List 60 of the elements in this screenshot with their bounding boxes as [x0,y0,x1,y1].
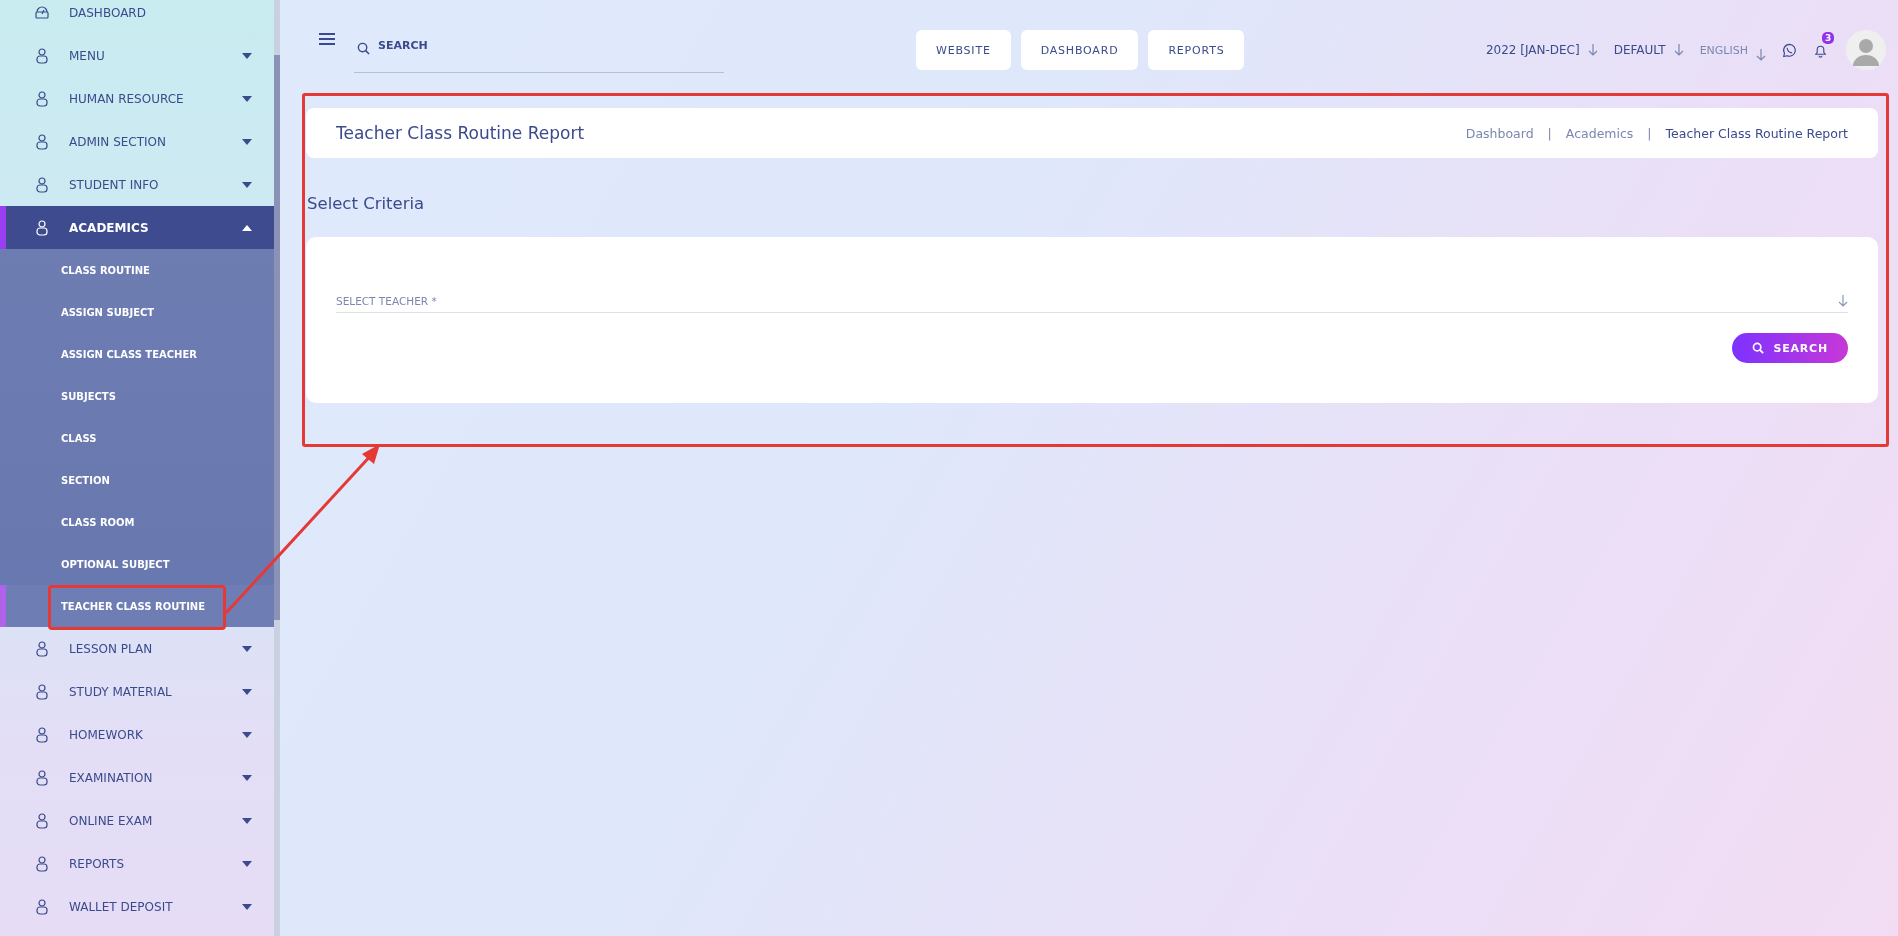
sidebar-item[interactable]: LESSON PLAN [0,627,274,670]
submenu-item[interactable]: ASSIGN SUBJECT [0,291,274,333]
sidebar-item[interactable]: REPORTS [0,842,274,885]
breadcrumb-separator: | [1547,125,1552,141]
sidebar-item[interactable]: ONLINE EXAM [0,799,274,842]
nav-button[interactable]: REPORTS [1148,30,1245,70]
sidebar-item[interactable]: ACADEMICS [0,206,274,249]
arrow-down-icon [1673,44,1684,56]
person-icon [34,219,50,236]
submenu-item[interactable]: SECTION [0,459,274,501]
person-icon [34,133,50,150]
person-icon [34,90,50,107]
arrow-down-icon [1838,295,1848,307]
theme-dropdown[interactable]: DEFAULT [1613,43,1666,57]
sidebar-item[interactable]: DASHBOARD [0,0,274,34]
breadcrumb-link[interactable]: Academics [1565,125,1634,141]
person-icon [34,812,50,829]
person-icon [34,683,50,700]
person-icon [34,640,50,657]
notification-badge: 3 [1822,31,1835,44]
submenu-item[interactable]: CLASS [0,417,274,459]
arrow-down-icon [1756,49,1766,61]
sidebar-item[interactable]: STUDENT INFO [0,163,274,206]
nav-button[interactable]: WEBSITE [916,30,1011,70]
person-icon [34,855,50,872]
scrollbar[interactable] [274,0,280,936]
search-field[interactable]: SEARCH [354,30,724,73]
submenu-item[interactable]: CLASS ROUTINE [0,249,274,291]
sidebar-item[interactable]: HOMEWORK [0,713,274,756]
sidebar-item[interactable]: EXAMINATION [0,756,274,799]
person-icon [34,176,50,193]
breadcrumb-link[interactable]: Teacher Class Routine Report [1665,125,1848,141]
submenu-item[interactable]: SUBJECTS [0,375,274,417]
submenu-item[interactable]: CLASS ROOM [0,501,274,543]
page-title: Teacher Class Routine Report [336,123,585,143]
person-icon [34,726,50,743]
sidebar-item[interactable]: STUDY MATERIAL [0,670,274,713]
breadcrumb-link[interactable]: Dashboard [1465,125,1534,141]
search-icon [1751,342,1764,354]
search-button[interactable]: SEARCH [1731,333,1848,363]
submenu-item[interactable]: TEACHER CLASS ROUTINE [0,585,274,627]
submenu-item[interactable]: ASSIGN CLASS TEACHER [0,333,274,375]
breadcrumb-separator: | [1647,125,1652,141]
menu-icon[interactable] [318,32,336,46]
section-title: Select Criteria [307,194,426,213]
teacher-select[interactable]: SELECT TEACHER * [336,287,1848,313]
arrow-down-icon [1587,44,1598,56]
search-icon [357,42,370,55]
sidebar-item[interactable]: WALLET DEPOSIT [0,885,274,928]
chat-icon[interactable] [1782,42,1797,58]
nav-button[interactable]: DASHBOARD [1020,30,1139,70]
person-icon [34,769,50,786]
gauge-icon [34,4,50,21]
person-icon [34,898,50,915]
sidebar-item[interactable]: ADMIN SECTION [0,120,274,163]
person-icon [34,47,50,64]
session-dropdown[interactable]: 2022 [JAN-DEC] [1485,43,1580,57]
sidebar-item[interactable]: HUMAN RESOURCE [0,77,274,120]
submenu-item[interactable]: OPTIONAL SUBJECT [0,543,274,585]
sidebar-item[interactable]: MENU [0,34,274,77]
